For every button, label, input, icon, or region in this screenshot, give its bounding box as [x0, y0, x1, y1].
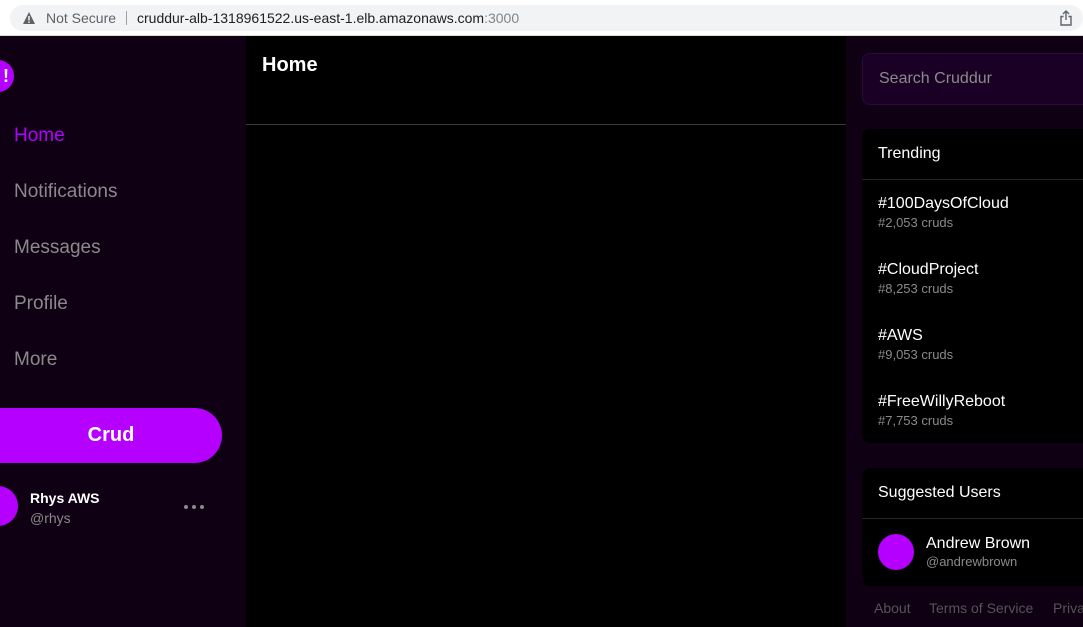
security-label[interactable]: Not Secure — [46, 10, 116, 26]
trending-item-count: #2,053 cruds — [878, 215, 954, 230]
url-host: cruddur-alb-1318961522.us-east-1.elb.ama… — [137, 10, 485, 26]
crud-button[interactable]: Crud — [0, 408, 222, 463]
trending-panel: Trending #100DaysOfCloud #2,053 cruds #C… — [862, 129, 1083, 443]
user-name: Rhys AWS — [30, 490, 100, 506]
url-port: :3000 — [484, 10, 520, 26]
right-sidebar: Trending #100DaysOfCloud #2,053 cruds #C… — [846, 36, 1083, 627]
footer-link-about[interactable]: About — [874, 600, 911, 616]
nav-messages[interactable]: Messages — [14, 237, 101, 259]
suggested-user-name[interactable]: Andrew Brown — [926, 535, 1030, 553]
url-separator — [126, 11, 127, 25]
footer-link-privacy[interactable]: Priva — [1053, 600, 1083, 616]
sidebar: ! Home Notifications Messages Profile Mo… — [0, 36, 246, 627]
suggested-user-handle: @andrewbrown — [926, 554, 1018, 569]
trending-item-tag[interactable]: #100DaysOfCloud — [878, 195, 1009, 213]
trending-item-tag[interactable]: #FreeWillyReboot — [878, 393, 1005, 411]
nav-profile[interactable]: Profile — [14, 293, 68, 315]
cruddur-logo[interactable]: ! — [0, 60, 14, 92]
avatar[interactable] — [0, 486, 18, 526]
url-text[interactable]: cruddur-alb-1318961522.us-east-1.elb.ama… — [137, 10, 519, 26]
suggested-users-title: Suggested Users — [878, 484, 1001, 501]
divider — [862, 518, 1083, 519]
url-field[interactable]: Not Secure cruddur-alb-1318961522.us-eas… — [10, 5, 1083, 31]
user-handle: @rhys — [30, 510, 71, 526]
share-icon[interactable] — [1059, 10, 1073, 26]
more-options-icon[interactable] — [182, 499, 206, 515]
page-title: Home — [262, 54, 318, 76]
avatar[interactable] — [878, 534, 914, 570]
trending-item-count: #8,253 cruds — [878, 281, 954, 296]
nav-notifications[interactable]: Notifications — [14, 181, 118, 203]
feed-header: Home — [246, 36, 846, 125]
search-input[interactable] — [862, 53, 1083, 105]
divider — [862, 179, 1083, 180]
nav-more[interactable]: More — [14, 349, 57, 371]
trending-item-tag[interactable]: #CloudProject — [878, 261, 979, 279]
trending-title: Trending — [878, 145, 941, 162]
suggested-users-panel: Suggested Users Andrew Brown @andrewbrow… — [862, 468, 1083, 586]
main-feed: Home — [246, 36, 846, 627]
footer-link-terms[interactable]: Terms of Service — [929, 600, 1033, 616]
nav-home[interactable]: Home — [14, 125, 65, 147]
trending-item-count: #7,753 cruds — [878, 413, 954, 428]
trending-item-tag[interactable]: #AWS — [878, 327, 923, 345]
browser-address-bar: Not Secure cruddur-alb-1318961522.us-eas… — [0, 0, 1083, 36]
trending-item-count: #9,053 cruds — [878, 347, 954, 362]
warning-icon[interactable] — [22, 11, 36, 25]
